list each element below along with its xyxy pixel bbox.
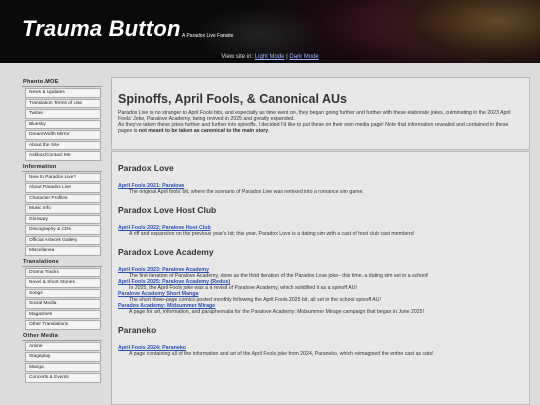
sidebar-section-title: Translations	[22, 258, 102, 267]
entry-item: April Fools 2022: Paralove Host Club A ri…	[118, 225, 523, 237]
view-mode-bar: View site in: Light Mode | Dark Mode	[0, 51, 540, 63]
sidebar-item[interactable]: Translation Terms of Use	[25, 98, 101, 108]
sidebar-item[interactable]: Discography & CDs	[25, 225, 101, 235]
sidebar-item[interactable]: About the Site	[25, 140, 101, 150]
sidebar-item[interactable]: Novel & Short Stories	[25, 278, 101, 288]
sidebar-item[interactable]: About Paradox Live	[25, 183, 101, 193]
category-heading: Paraneko	[118, 325, 157, 335]
site-banner: Trauma Button A Paradox Live Fansite Vie…	[0, 0, 540, 63]
canon-warning: not meant to be taken as canonical to th…	[138, 128, 269, 134]
sidebar-item[interactable]: News & Updates	[25, 88, 101, 98]
category-heading: Paradox Love Academy	[118, 247, 214, 257]
sidebar-item[interactable]: Askbox/Contact Me	[25, 151, 101, 161]
entry-description: A riff and expansion on the previous yea…	[129, 231, 415, 237]
sidebar-item[interactable]: Music Info	[25, 204, 101, 214]
sidebar-section-title: Information	[22, 163, 102, 172]
sidebar-item[interactable]: Songs	[25, 288, 101, 298]
dark-mode-link[interactable]: Dark Mode	[289, 54, 318, 60]
sidebar-section-title: Other Media	[22, 332, 102, 341]
sidebar-item[interactable]: Concerts & Events	[25, 373, 101, 383]
page-title: Spinoffs, April Fools, & Canonical AUs	[118, 92, 347, 106]
sidebar-section: Other Media Anime Stageplay Manga Concerts &…	[22, 332, 102, 383]
entry-item: April Fools 2023: Paralove Academy The fi…	[118, 267, 523, 279]
entry-item: April Fools 2025: Paralove Academy (Redu…	[118, 279, 523, 291]
intro-paragraph-2: As they've taken these jokes further and…	[118, 122, 523, 134]
sidebar-item[interactable]: Stageplay	[25, 352, 101, 362]
sidebar-item[interactable]: Twitter	[25, 109, 101, 119]
view-mode-prefix: View site in:	[221, 54, 254, 60]
category-section: Paradox Love April Fools 2021: Paralove Th…	[118, 163, 523, 195]
entry-item: April Fools 2021: Paralove The original A…	[118, 183, 523, 195]
sidebar-item[interactable]: Anime	[25, 341, 101, 351]
sidebar-item[interactable]: Official Artwork Gallery	[25, 235, 101, 245]
content-panel: Paradox Love April Fools 2021: Paralove Th…	[111, 151, 530, 405]
view-mode-separator: |	[286, 54, 288, 60]
entry-description: A page for art, information, and paraphe…	[129, 309, 424, 315]
sidebar-item[interactable]: Bluesky	[25, 119, 101, 129]
sidebar-section: Phanto.MOE News & Updates Translation Term…	[22, 78, 102, 161]
sidebar-item[interactable]: Drama Tracks	[25, 267, 101, 277]
sidebar-item[interactable]: Magazines	[25, 309, 101, 319]
intro-paragraph-1: Paradox Live is no stranger to April Foo…	[118, 110, 511, 122]
sidebar-nav: Phanto.MOE News & Updates Translation Term…	[22, 78, 102, 385]
entry-description: The original April fools' bit, where the…	[129, 189, 364, 195]
sidebar-item[interactable]: New to Paradox Live?	[25, 172, 101, 182]
category-section: Paradox Love Academy April Fools 2023: Pa…	[118, 247, 523, 315]
sidebar-item[interactable]: Glossary	[25, 214, 101, 224]
site-title[interactable]: Trauma Button	[22, 16, 181, 42]
sidebar-item[interactable]: Miscellanea	[25, 246, 101, 256]
site-subtitle: A Paradox Live Fansite	[182, 33, 234, 39]
category-section: Paraneko April Fools 2024: Paraneko A page…	[118, 325, 523, 357]
sidebar-item[interactable]: Other Translations	[25, 320, 101, 330]
entry-item: Paradox Academy: Midsummer Mirage A page …	[118, 303, 523, 315]
sidebar-section: Information New to Paradox Live? About Par…	[22, 163, 102, 256]
sidebar-section-title: Phanto.MOE	[22, 78, 102, 87]
entry-description: A page containing all of the information…	[129, 351, 434, 357]
light-mode-link[interactable]: Light Mode	[255, 54, 285, 60]
sidebar-item[interactable]: Manga	[25, 362, 101, 372]
category-section: Paradox Love Host Club April Fools 2022: …	[118, 205, 523, 237]
category-heading: Paradox Love	[118, 163, 174, 173]
intro-panel: Spinoffs, April Fools, & Canonical AUs P…	[111, 77, 530, 150]
sidebar-item[interactable]: DreamWidth Mirror	[25, 130, 101, 140]
sidebar-item[interactable]: Character Profiles	[25, 193, 101, 203]
intro-text-end: .	[268, 128, 270, 134]
sidebar-section: Translations Drama Tracks Novel & Short St…	[22, 258, 102, 330]
category-heading: Paradox Love Host Club	[118, 205, 217, 215]
entry-item: April Fools 2024: Paraneko A page contain…	[118, 345, 523, 357]
entry-item: Paralove Academy Short Manga The short th…	[118, 291, 523, 303]
sidebar-item[interactable]: Social Media	[25, 299, 101, 309]
